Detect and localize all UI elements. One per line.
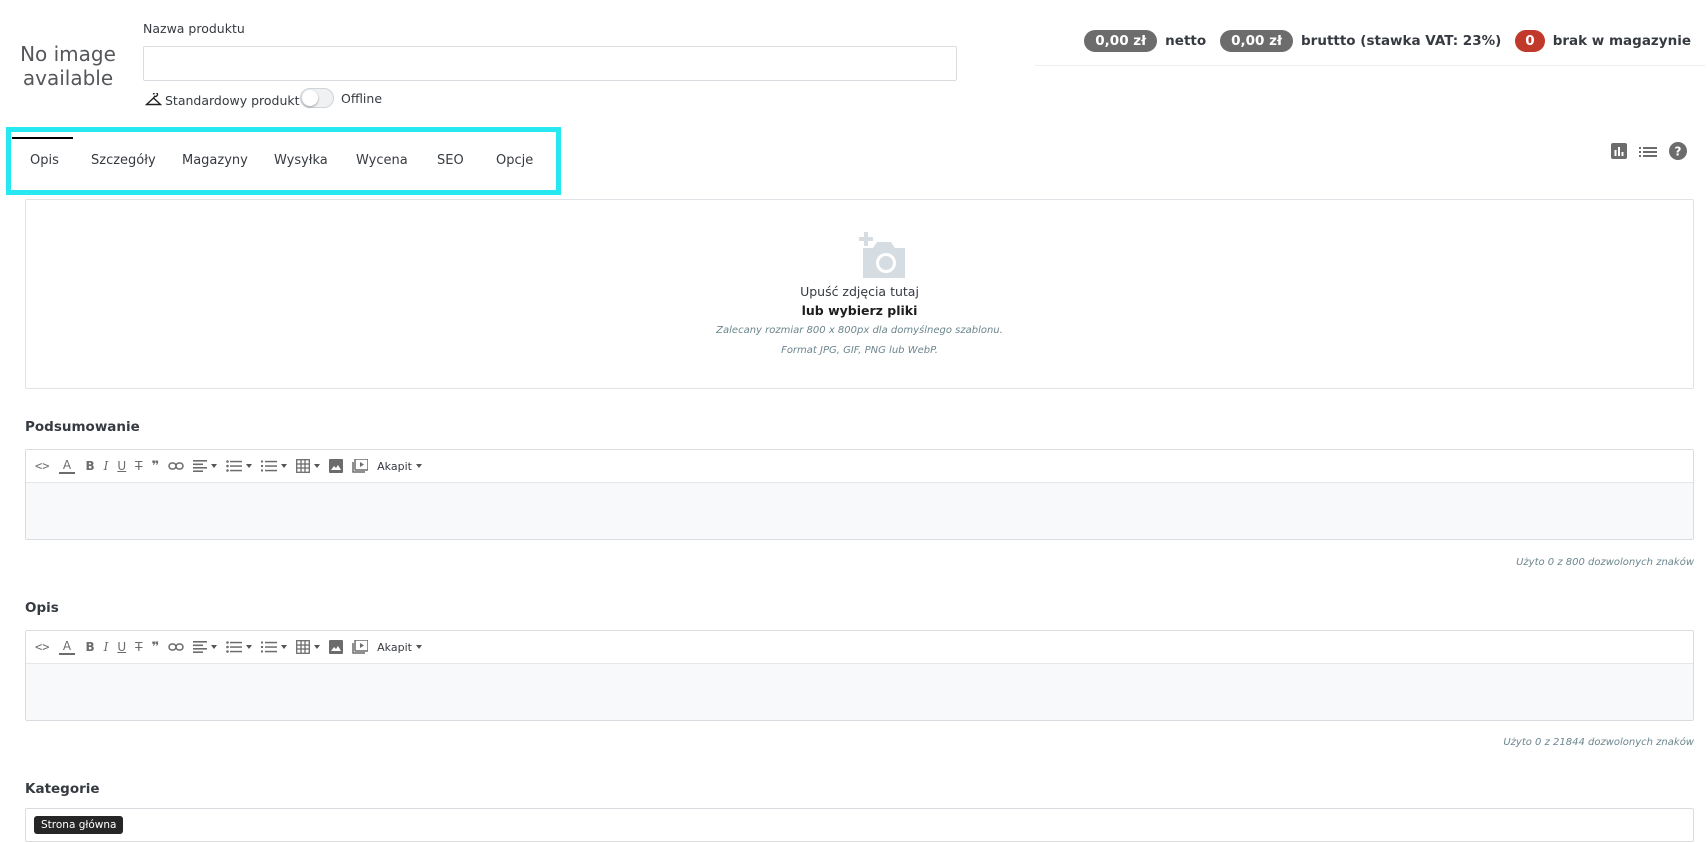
- strikethrough-icon[interactable]: T: [135, 456, 142, 476]
- tab-wysylka[interactable]: Wysyłka: [274, 153, 328, 168]
- bold-icon[interactable]: B: [85, 637, 94, 657]
- link-icon[interactable]: [168, 637, 184, 657]
- numbered-list-icon[interactable]: [261, 637, 288, 657]
- categories-input[interactable]: Strona główna: [25, 808, 1694, 842]
- stock-badge: 0: [1515, 30, 1545, 52]
- description-char-counter: Użyto 0 z 21844 dozwolonych znaków: [1503, 737, 1694, 748]
- tab-magazyny[interactable]: Magazyny: [182, 153, 248, 168]
- choose-files-link[interactable]: lub wybierz pliki: [26, 303, 1693, 318]
- bullet-list-icon[interactable]: [226, 456, 253, 476]
- underline-icon[interactable]: U: [117, 637, 126, 657]
- list-icon[interactable]: [1639, 144, 1657, 163]
- dropzone-format-hint: Format JPG, GIF, PNG lub WebP.: [781, 345, 938, 356]
- hanger-icon: [145, 93, 162, 106]
- tab-opis[interactable]: Opis: [30, 153, 59, 168]
- active-tab-indicator: [12, 137, 73, 139]
- summary-text-area[interactable]: [26, 483, 1693, 539]
- code-view-icon[interactable]: <>: [35, 637, 49, 657]
- add-photo-icon: [857, 232, 911, 284]
- description-toolbar: <> A B I U T ❞ Akapit: [26, 631, 1693, 664]
- description-text-area[interactable]: [26, 664, 1693, 720]
- dropzone-size-hint: Zalecany rozmiar 800 x 800px dla domyśln…: [716, 325, 1003, 336]
- bullet-list-icon[interactable]: [226, 637, 253, 657]
- bold-icon[interactable]: B: [85, 456, 94, 476]
- strikethrough-icon[interactable]: T: [135, 637, 142, 657]
- product-type-selector[interactable]: Standardowy produkt: [145, 90, 300, 110]
- font-color-icon[interactable]: A: [58, 456, 76, 476]
- video-icon[interactable]: [352, 637, 369, 657]
- net-price-badge: 0,00 zł: [1084, 30, 1158, 52]
- image-icon[interactable]: [329, 456, 344, 476]
- no-image-line2: available: [22, 66, 114, 90]
- online-toggle[interactable]: [300, 88, 334, 108]
- category-chip[interactable]: Strona główna: [34, 816, 124, 834]
- video-icon[interactable]: [352, 456, 369, 476]
- paragraph-format-dropdown[interactable]: Akapit: [377, 641, 422, 654]
- italic-icon[interactable]: I: [104, 637, 109, 657]
- image-dropzone[interactable]: Upuść zdjęcia tutaj lub wybierz pliki Za…: [25, 199, 1694, 389]
- summary-toolbar: <> A B I U T ❞ Akapit: [26, 450, 1693, 483]
- paragraph-format-label: Akapit: [377, 459, 412, 473]
- quote-icon[interactable]: ❞: [152, 456, 160, 476]
- product-image-placeholder: No image available: [14, 42, 122, 90]
- product-name-input[interactable]: [143, 46, 957, 81]
- italic-icon[interactable]: I: [104, 456, 109, 476]
- numbered-list-icon[interactable]: [261, 456, 288, 476]
- product-type-label: Standardowy produkt: [165, 92, 300, 108]
- svg-text:?: ?: [1675, 145, 1682, 159]
- tab-wycena[interactable]: Wycena: [356, 153, 408, 168]
- categories-title: Kategorie: [25, 781, 100, 797]
- table-icon[interactable]: [296, 456, 321, 476]
- font-color-icon[interactable]: A: [58, 637, 76, 657]
- description-editor: <> A B I U T ❞ Akapit: [25, 630, 1694, 721]
- summary-editor: <> A B I U T ❞ Akapit: [25, 449, 1694, 540]
- gross-price-label: bruttto (stawka VAT: 23%): [1301, 33, 1502, 49]
- image-icon[interactable]: [329, 637, 344, 657]
- paragraph-format-dropdown[interactable]: Akapit: [377, 460, 422, 473]
- svg-text:A: A: [63, 458, 72, 472]
- tab-seo[interactable]: SEO: [437, 153, 464, 168]
- summary-char-counter: Użyto 0 z 800 dozwolonych znaków: [1516, 557, 1694, 568]
- link-icon[interactable]: [168, 456, 184, 476]
- dropzone-instruction: Upuść zdjęcia tutaj: [800, 284, 919, 299]
- summary-title: Podsumowanie: [25, 419, 140, 435]
- bar-chart-icon[interactable]: [1611, 143, 1627, 163]
- page-tools: ?: [1611, 142, 1687, 164]
- svg-text:A: A: [63, 639, 72, 653]
- online-status-label: Offline: [341, 91, 383, 106]
- header-divider: [1035, 65, 1705, 66]
- underline-icon[interactable]: U: [117, 456, 126, 476]
- code-view-icon[interactable]: <>: [35, 456, 49, 476]
- stock-label: brak w magazynie: [1552, 33, 1691, 49]
- tab-szczegoly[interactable]: Szczegóły: [91, 153, 156, 168]
- gross-price-badge: 0,00 zł: [1220, 30, 1294, 52]
- align-icon[interactable]: [193, 456, 218, 476]
- description-title: Opis: [25, 600, 59, 616]
- paragraph-format-label: Akapit: [377, 640, 412, 654]
- table-icon[interactable]: [296, 637, 321, 657]
- quote-icon[interactable]: ❞: [152, 637, 160, 657]
- no-image-line1: No image: [20, 42, 116, 66]
- help-icon[interactable]: ?: [1669, 142, 1687, 164]
- price-summary: 0,00 zł netto 0,00 zł bruttto (stawka VA…: [1084, 27, 1691, 55]
- align-icon[interactable]: [193, 637, 218, 657]
- tab-opcje[interactable]: Opcje: [496, 153, 533, 168]
- net-price-label: netto: [1165, 33, 1207, 49]
- product-name-label: Nazwa produktu: [143, 21, 245, 36]
